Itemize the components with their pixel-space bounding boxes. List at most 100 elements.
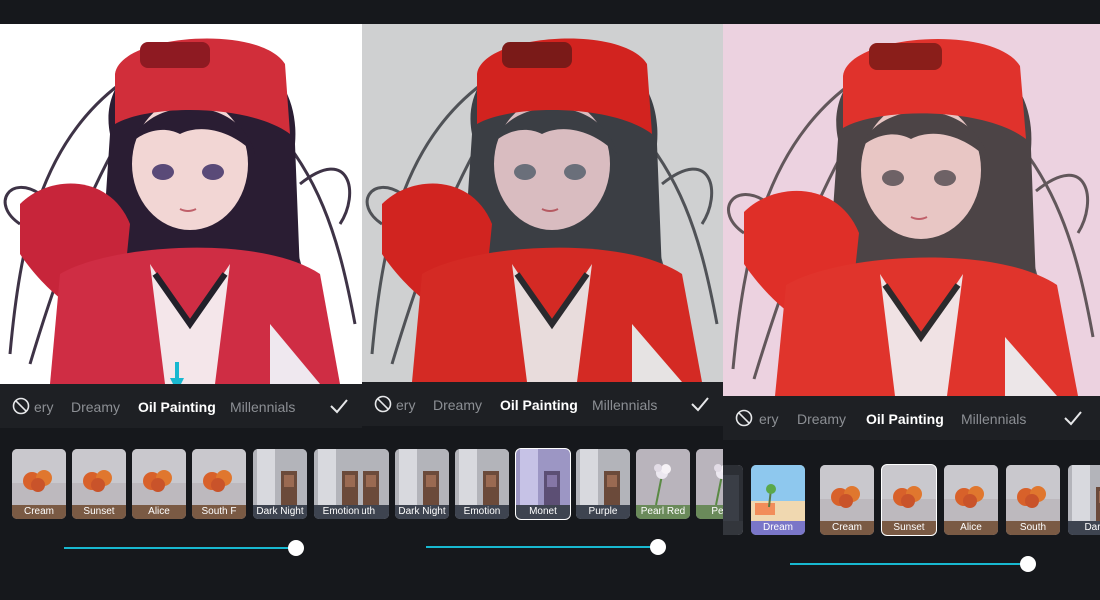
filter-preview-image — [882, 465, 936, 521]
anime-girl-portrait — [3, 38, 357, 384]
filter-preview-image — [362, 449, 389, 505]
filter-thumbnail[interactable]: Emotion — [314, 449, 362, 519]
filter-thumbnail[interactable]: Cream — [12, 449, 66, 519]
filter-label: Cream — [820, 521, 874, 535]
filter-thumbnail-strip: la Dream Cream Sunset Alice South Dark — [723, 460, 1100, 540]
status-bar — [362, 0, 723, 24]
photo-preview — [0, 24, 362, 384]
filter-preview-image — [751, 465, 805, 521]
filter-preview-image — [516, 449, 570, 505]
filter-thumbnail[interactable]: Dream — [751, 465, 805, 535]
anime-girl-portrait — [727, 39, 1095, 396]
filter-label: la — [723, 521, 743, 535]
category-tab-oil-painting[interactable]: Oil Painting — [138, 399, 216, 415]
filter-label: Alice — [944, 521, 998, 535]
filter-label: Dream — [751, 521, 805, 535]
category-tab-dreamy[interactable]: Dreamy — [433, 397, 482, 413]
slider-track — [64, 547, 296, 549]
filter-preview-image — [636, 449, 690, 505]
filter-thumbnail[interactable]: Emotion — [455, 449, 509, 519]
category-tab-millennials[interactable]: Millennials — [592, 397, 657, 413]
filter-preview-image — [132, 449, 186, 505]
filter-thumbnail[interactable]: Pearl Red — [636, 449, 690, 519]
filter-thumbnail[interactable]: Alice — [132, 449, 186, 519]
slider-track — [426, 546, 658, 548]
filter-preview-image — [253, 449, 307, 505]
filter-thumbnail[interactable]: Sunset — [881, 464, 937, 536]
filter-label: Sunset — [882, 521, 936, 535]
filter-label: Pearl Red — [636, 505, 690, 519]
filter-thumbnail[interactable]: Cream — [820, 465, 874, 535]
filter-label: Dark Night — [395, 505, 449, 519]
category-tab-dreamy[interactable]: Dreamy — [797, 411, 846, 427]
slider-knob[interactable] — [650, 539, 666, 555]
photo-preview — [362, 24, 723, 382]
filter-preview-image — [72, 449, 126, 505]
check-icon[interactable] — [690, 394, 710, 414]
filter-category-bar: ery Dreamy Oil Painting Millennials — [362, 382, 723, 426]
filter-preview-image — [723, 465, 743, 521]
filter-label: Alice — [132, 505, 186, 519]
no-filter-icon[interactable] — [735, 409, 753, 427]
filter-preview-image — [314, 449, 362, 505]
filter-preview-image — [820, 465, 874, 521]
filter-preview-image — [944, 465, 998, 521]
editor-panel-1: ery Dreamy Oil Painting Millennials Crea… — [0, 0, 362, 600]
category-tab-scenery[interactable]: ery — [759, 411, 778, 427]
filter-preview-image — [192, 449, 246, 505]
filter-preview-image — [696, 449, 723, 505]
status-bar — [723, 0, 1100, 24]
filter-preview-image — [1006, 465, 1060, 521]
editor-panel-2: ery Dreamy Oil Painting Millennials Sout… — [362, 0, 723, 600]
category-tab-scenery[interactable]: ery — [396, 397, 415, 413]
intensity-slider[interactable] — [362, 537, 723, 557]
filter-thumbnail[interactable]: Sunset — [72, 449, 126, 519]
filter-thumbnail-strip: Cream Sunset Alice South F Dark Night Emotion — [0, 444, 362, 524]
filter-thumbnail[interactable]: Purple — [576, 449, 630, 519]
filter-thumbnail[interactable]: Pearl — [696, 449, 723, 519]
filter-thumbnail[interactable]: South — [1006, 465, 1060, 535]
no-filter-icon[interactable] — [374, 395, 392, 413]
editor-panel-3: ery Dreamy Oil Painting Millennials la Dr… — [723, 0, 1100, 600]
filter-thumbnail[interactable]: Alice — [944, 465, 998, 535]
slider-knob[interactable] — [288, 540, 304, 556]
filter-label: South — [1006, 521, 1060, 535]
category-tab-oil-painting[interactable]: Oil Painting — [500, 397, 578, 413]
filter-thumbnail[interactable]: Dark Night — [395, 449, 449, 519]
filter-preview-image — [576, 449, 630, 505]
filter-thumbnail[interactable]: Monet — [515, 448, 571, 520]
filter-label: South F — [192, 505, 246, 519]
filter-category-bar: ery Dreamy Oil Painting Millennials — [723, 396, 1100, 440]
category-tab-millennials[interactable]: Millennials — [961, 411, 1026, 427]
anime-girl-portrait — [365, 38, 719, 382]
check-icon[interactable] — [1063, 408, 1083, 428]
filter-label: Emotion — [455, 505, 509, 519]
slider-track — [790, 563, 1028, 565]
filter-label: Purple — [576, 505, 630, 519]
filter-label: Dark Night — [253, 505, 307, 519]
category-tab-dreamy[interactable]: Dreamy — [71, 399, 120, 415]
category-tab-millennials[interactable]: Millennials — [230, 399, 295, 415]
filter-preview-image — [395, 449, 449, 505]
filter-preview-image — [12, 449, 66, 505]
filter-preview-image — [455, 449, 509, 505]
filter-label: Pearl — [696, 505, 723, 519]
category-tab-oil-painting[interactable]: Oil Painting — [866, 411, 944, 427]
filter-thumbnail-strip: South Dark Night Emotion Monet Purple Pearl R… — [362, 444, 723, 524]
no-filter-icon[interactable] — [12, 397, 30, 415]
status-bar — [0, 0, 362, 24]
filter-label: Monet — [516, 505, 570, 519]
intensity-slider[interactable] — [723, 554, 1100, 574]
category-tab-scenery[interactable]: ery — [34, 399, 53, 415]
filter-thumbnail[interactable]: South F — [192, 449, 246, 519]
slider-knob[interactable] — [1020, 556, 1036, 572]
check-icon[interactable] — [329, 396, 349, 416]
filter-thumbnail[interactable]: South — [362, 449, 389, 519]
photo-preview — [723, 24, 1100, 396]
filter-label: Cream — [12, 505, 66, 519]
filter-thumbnail[interactable]: la — [723, 465, 743, 535]
filter-label: Dark — [1068, 521, 1100, 535]
filter-thumbnail[interactable]: Dark Night — [253, 449, 307, 519]
intensity-slider[interactable] — [0, 538, 362, 558]
filter-thumbnail[interactable]: Dark — [1068, 465, 1100, 535]
